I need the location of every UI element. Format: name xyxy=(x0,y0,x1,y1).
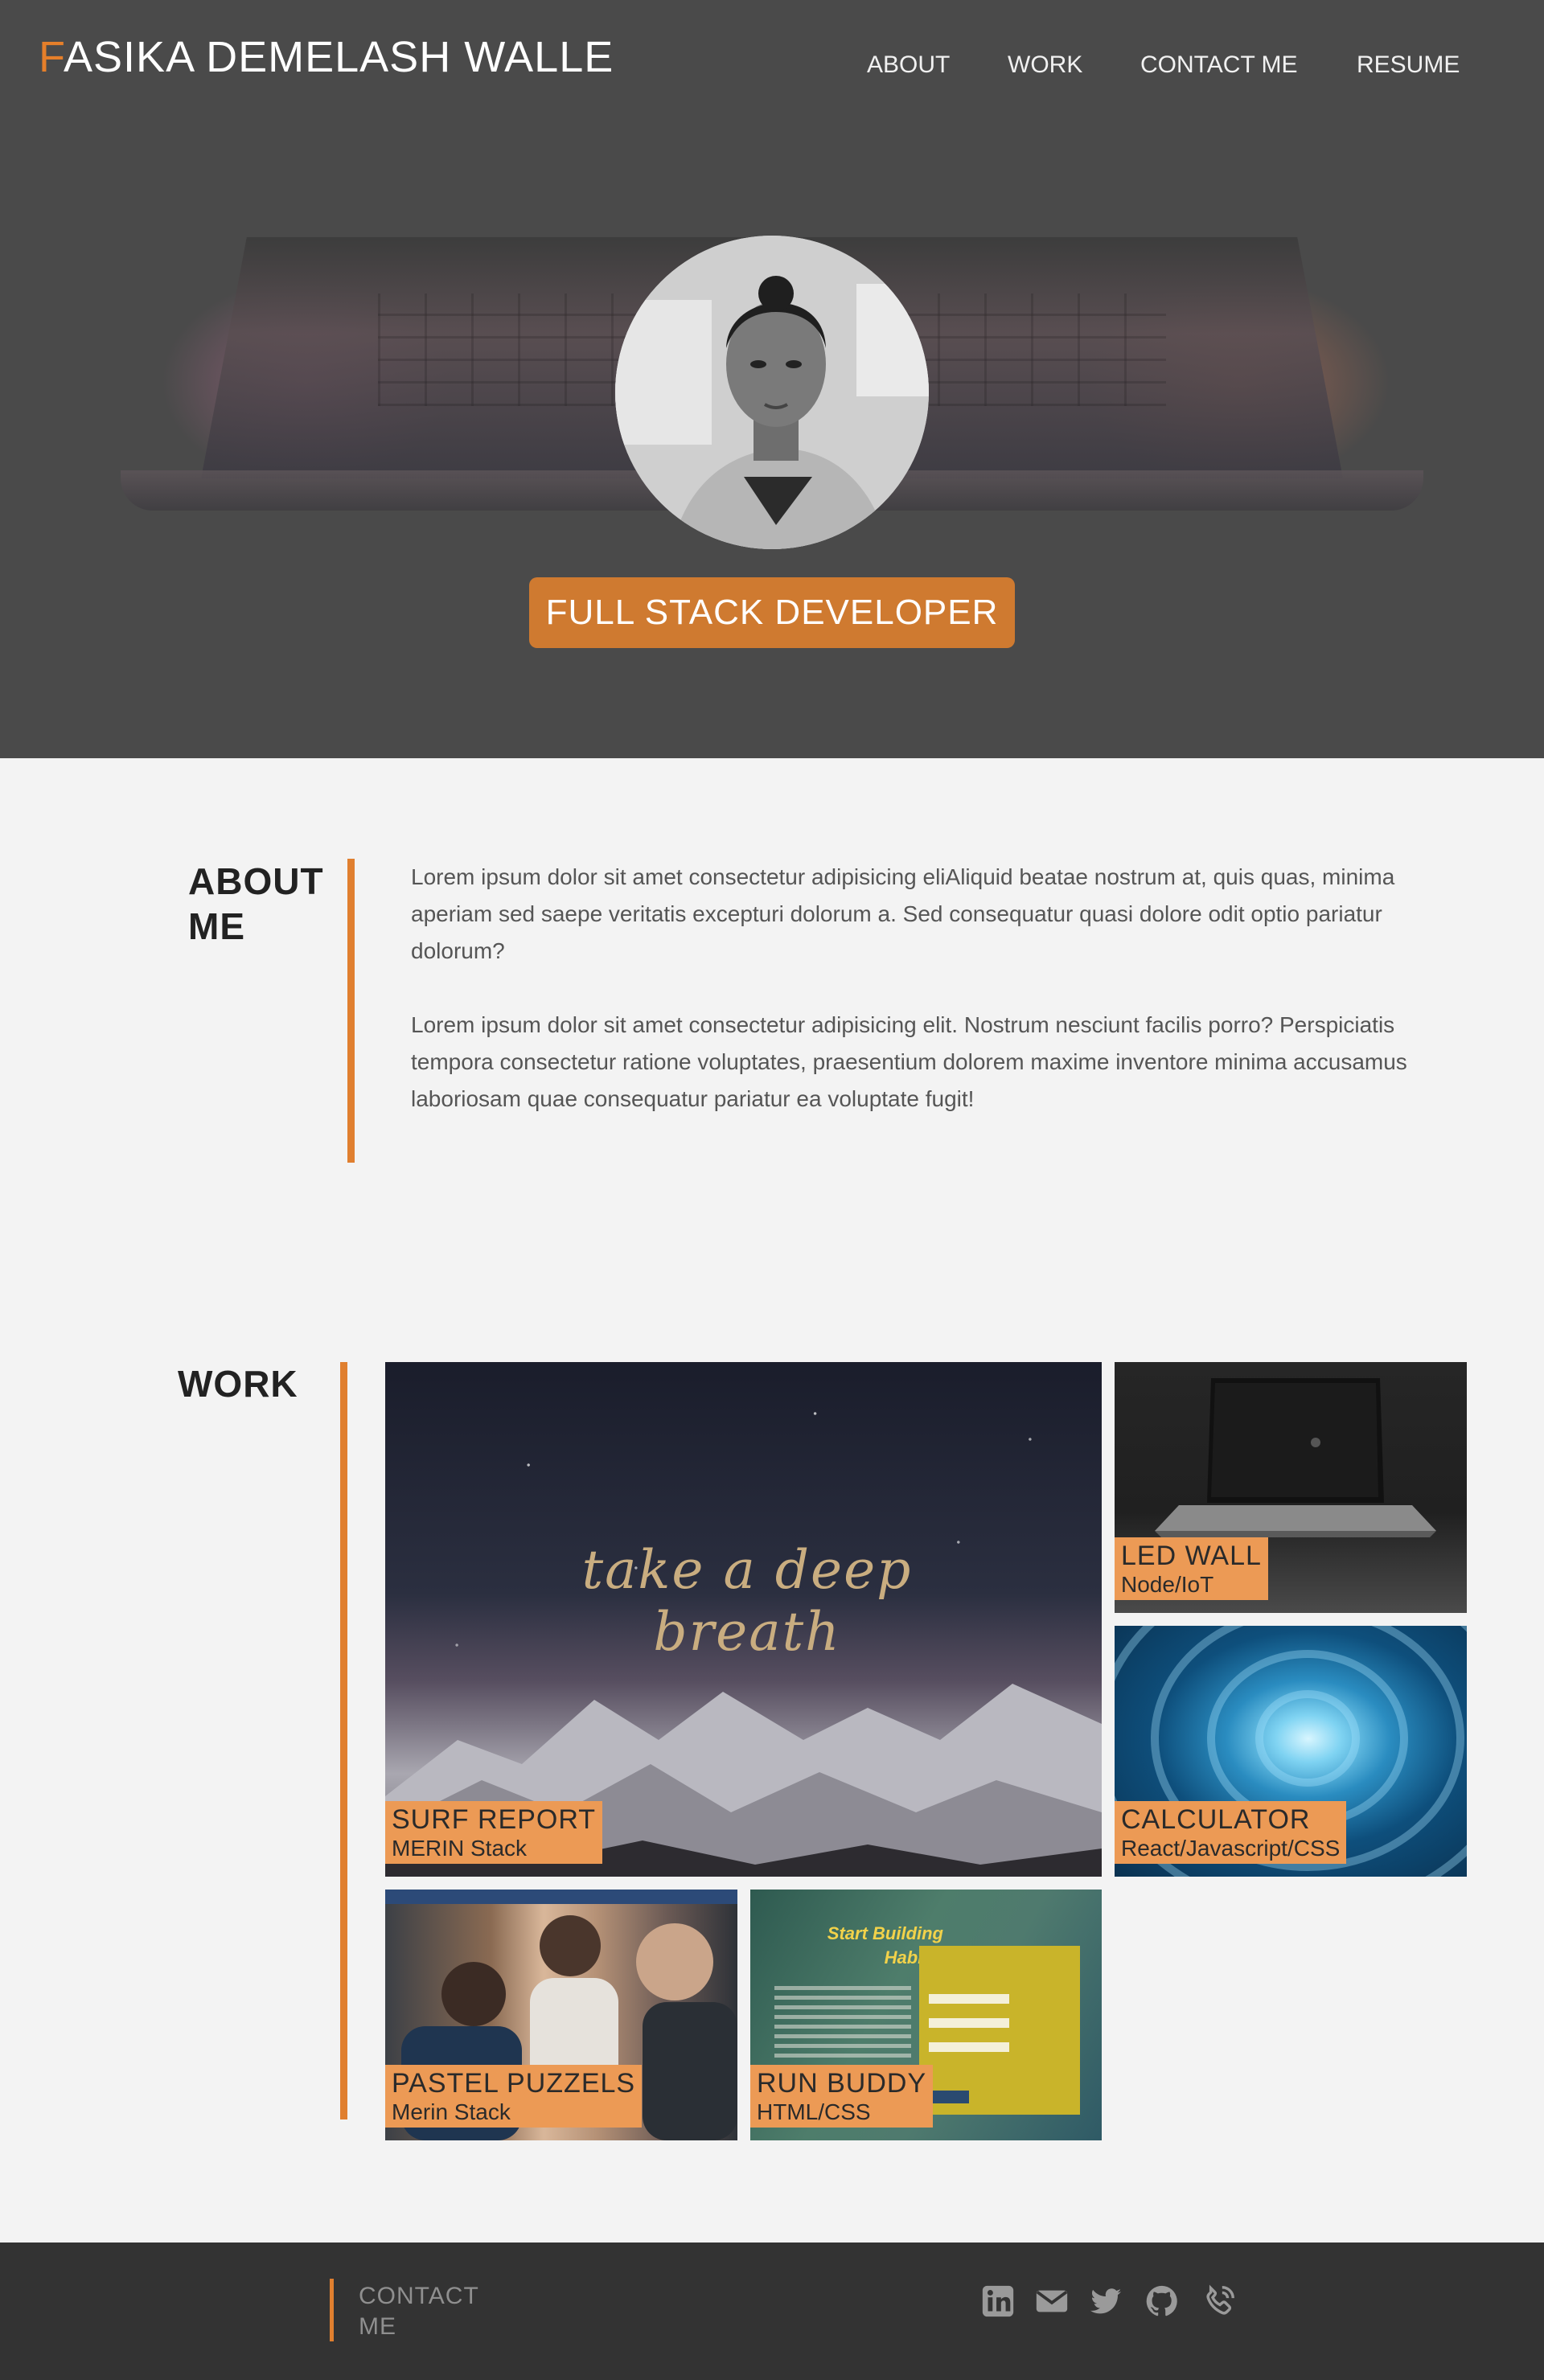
linkedin-icon[interactable] xyxy=(979,2283,1016,2320)
project-caption: SURF REPORT MERIN Stack xyxy=(385,1801,603,1864)
email-icon[interactable] xyxy=(1033,2283,1070,2320)
project-caption: RUN BUDDY HTML/CSS xyxy=(750,2065,934,2128)
project-stack: Node/IoT xyxy=(1121,1572,1214,1597)
role-badge: FULL STACK DEVELOPER xyxy=(529,577,1015,648)
hero-header: FASIKA DEMELASH WALLE ABOUT WORK CONTACT… xyxy=(0,0,1544,758)
project-stack: Merin Stack xyxy=(392,2099,511,2124)
about-paragraph: Lorem ipsum dolor sit amet consectetur a… xyxy=(411,864,1395,963)
project-title: RUN BUDDY xyxy=(757,2068,927,2099)
twitter-icon[interactable] xyxy=(1087,2283,1124,2320)
project-title: SURF REPORT xyxy=(392,1804,597,1835)
nav-work-link[interactable]: WORK xyxy=(1008,51,1082,79)
nav-about-link[interactable]: ABOUT xyxy=(867,51,950,79)
about-divider xyxy=(347,859,355,1163)
project-tile-calculator[interactable]: CALCULATOR React/Javascript/CSS xyxy=(1115,1626,1467,1877)
project-title: CALCULATOR xyxy=(1121,1804,1311,1835)
project-tile-led-wall[interactable]: LED WALL Node/IoT xyxy=(1115,1362,1467,1613)
project-caption: LED WALL Node/IoT xyxy=(1115,1537,1268,1600)
about-text: Lorem ipsum dolor sit amet consectetur a… xyxy=(411,859,1464,1118)
about-title: ABOUT ME xyxy=(188,860,324,947)
project-caption: PASTEL PUZZELS Merin Stack xyxy=(385,2065,643,2128)
phone-icon[interactable] xyxy=(1201,2283,1238,2320)
surf-report-image-text: take a deep breath xyxy=(581,1539,913,1663)
profile-photo-icon xyxy=(615,236,929,549)
nav-contact-link[interactable]: CONTACT ME xyxy=(1140,51,1298,79)
surf-report-image: take a deep breath xyxy=(385,1362,1102,1877)
project-stack: MERIN Stack xyxy=(392,1836,528,1861)
nav-resume-link[interactable]: RESUME xyxy=(1357,51,1460,79)
project-caption: CALCULATOR React/Javascript/CSS xyxy=(1115,1801,1347,1864)
project-tile-pastel-puzzels[interactable]: PASTEL PUZZELS Merin Stack xyxy=(385,1890,737,2140)
about-paragraph: Lorem ipsum dolor sit amet consectetur a… xyxy=(411,1012,1407,1111)
footer-contact-title: CONTACT ME xyxy=(359,2283,479,2340)
project-title: LED WALL xyxy=(1121,1541,1262,1571)
project-stack: React/Javascript/CSS xyxy=(1121,1836,1341,1861)
project-tile-run-buddy[interactable]: Start Building Habits. RUN BUDDY HTML/CS… xyxy=(750,1890,1102,2140)
footer: CONTACT ME xyxy=(0,2243,1544,2380)
main-nav: ABOUT WORK CONTACT ME RESUME xyxy=(0,51,1544,84)
project-stack: HTML/CSS xyxy=(757,2099,871,2124)
work-divider xyxy=(340,1362,347,2119)
project-tile-surf-report[interactable]: take a deep breath SURF REPORT MERIN Sta… xyxy=(385,1362,1102,1877)
profile-avatar xyxy=(615,236,929,549)
footer-divider xyxy=(330,2279,334,2341)
github-icon[interactable] xyxy=(1144,2283,1181,2320)
work-title: WORK xyxy=(178,1363,298,1405)
project-title: PASTEL PUZZELS xyxy=(392,2068,636,2099)
